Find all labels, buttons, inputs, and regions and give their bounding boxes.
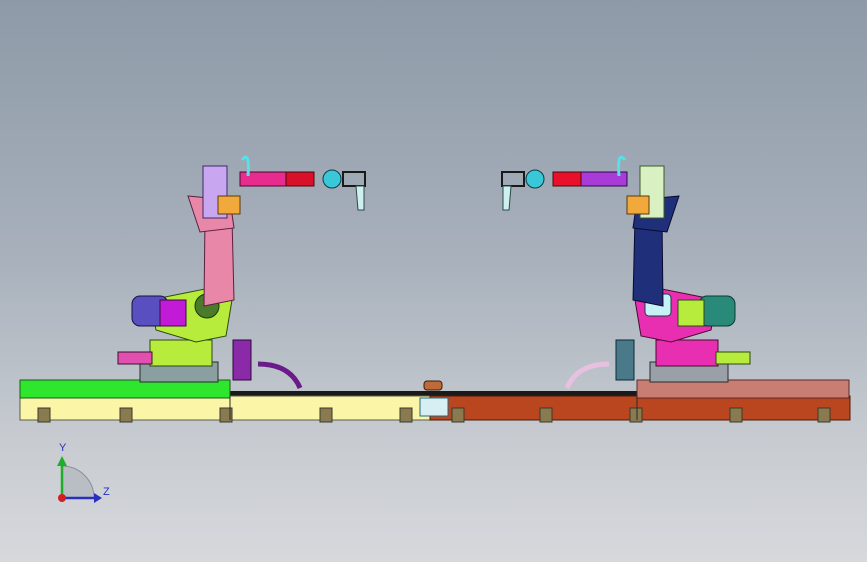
left-robot-tool-frame	[342, 171, 366, 187]
right-robot[interactable]	[501, 155, 751, 390]
right-robot-arm-accent	[552, 171, 582, 187]
left-robot-gripper	[355, 185, 365, 211]
linear-rail[interactable]	[19, 379, 851, 423]
left-robot-arm-red	[285, 171, 315, 187]
rail-center-joint	[419, 397, 449, 417]
coordinate-triad	[57, 456, 102, 503]
rail-left-cap	[19, 379, 231, 399]
right-robot-tool-flange	[525, 169, 545, 189]
left-robot-hose	[257, 361, 303, 390]
right-robot-fixture	[615, 339, 635, 381]
right-robot-gripper	[502, 185, 512, 211]
triad-z-label: Z	[103, 486, 110, 498]
right-robot-wrist-collar	[626, 195, 650, 215]
left-robot-base	[149, 339, 213, 367]
left-robot[interactable]	[117, 155, 366, 390]
rail-center-stop	[423, 380, 443, 391]
triad-z-arrowhead	[94, 493, 102, 503]
right-robot-junction-box	[677, 299, 705, 327]
left-robot-junction-box	[159, 299, 187, 327]
triad-y-arrowhead	[57, 456, 67, 466]
triad-x-axis-origin	[58, 494, 66, 502]
cad-viewport[interactable]	[0, 0, 867, 562]
right-robot-base-plate	[715, 351, 751, 365]
left-robot-tool-flange	[322, 169, 342, 189]
right-robot-tool-frame	[501, 171, 525, 187]
left-robot-wrist-collar	[217, 195, 241, 215]
left-robot-fixture	[232, 339, 252, 381]
right-robot-base	[655, 339, 719, 367]
rail-right-cap	[636, 379, 850, 399]
left-robot-base-plate	[117, 351, 153, 365]
triad-y-label: Y	[59, 442, 67, 454]
right-robot-hose	[564, 361, 610, 390]
triad-plane-quadrant	[61, 465, 95, 499]
